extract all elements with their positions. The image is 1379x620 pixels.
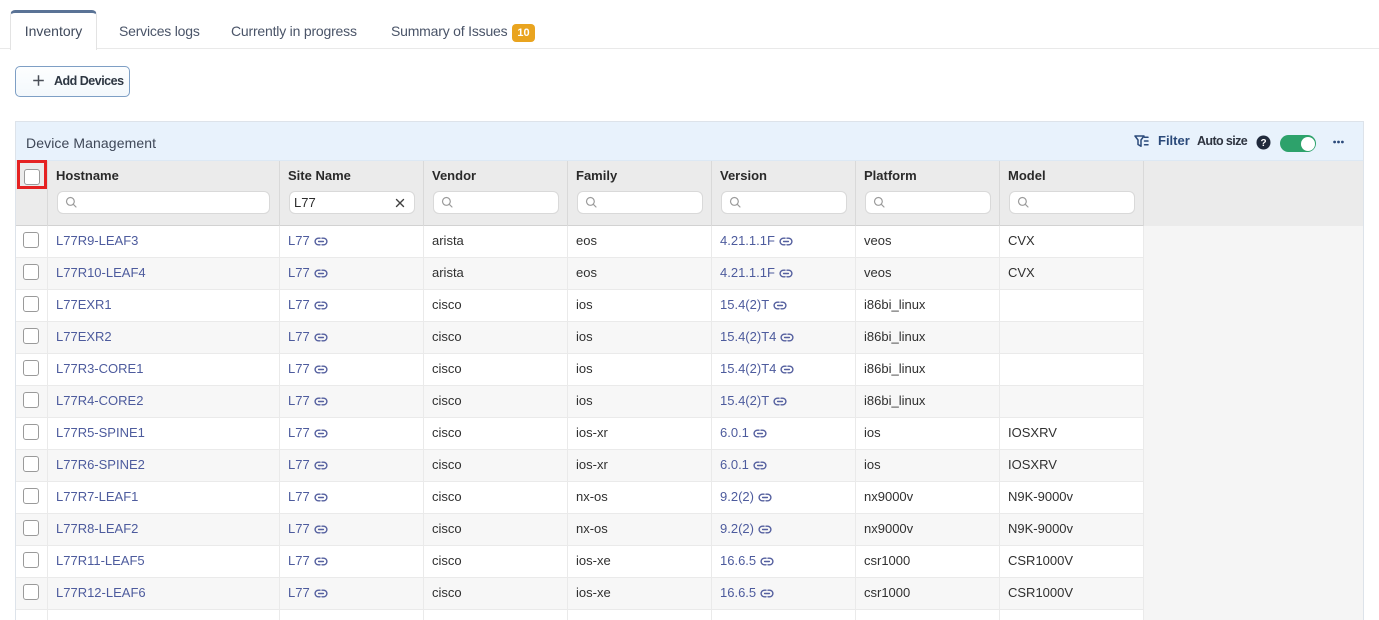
svg-text:?: ? bbox=[1260, 138, 1266, 149]
